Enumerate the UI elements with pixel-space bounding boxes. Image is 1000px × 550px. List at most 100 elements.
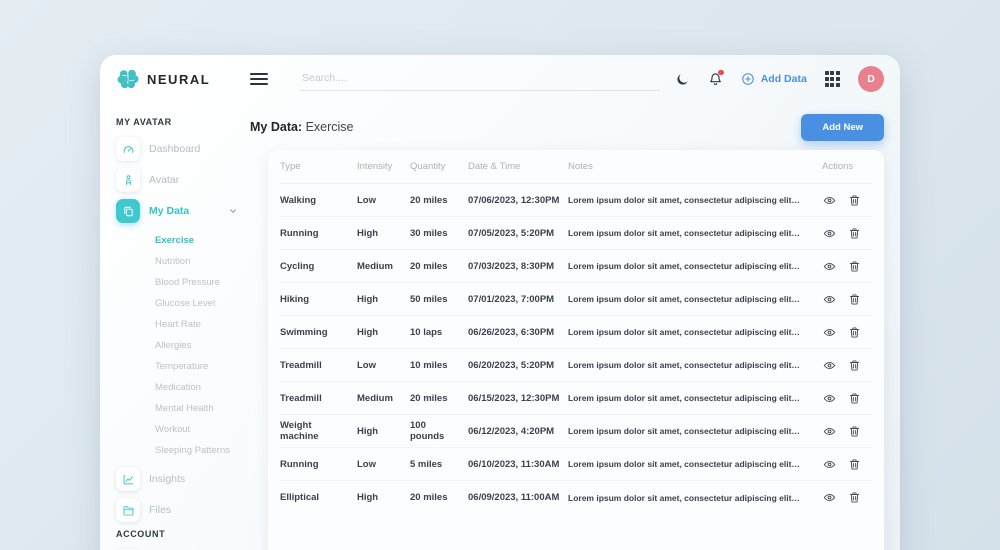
layers-icon <box>116 199 140 223</box>
cell-notes: Lorem ipsum dolor sit amet, consectetur … <box>568 195 808 205</box>
sidebar-subitem-nutrition[interactable]: Nutrition <box>155 251 250 272</box>
column-header-notes: Notes <box>568 161 808 172</box>
app-window: NEURAL Add Data <box>100 55 900 550</box>
cell-intensity: Low <box>357 360 410 371</box>
apps-grid-icon[interactable] <box>825 71 840 86</box>
eye-icon[interactable] <box>822 392 837 405</box>
sidebar-subitem-blood-pressure[interactable]: Blood Pressure <box>155 272 250 293</box>
eye-icon[interactable] <box>822 194 837 207</box>
cell-type: Elliptical <box>280 492 357 503</box>
cell-quantity: 10 miles <box>410 360 468 371</box>
cell-intensity: Medium <box>357 393 410 404</box>
cell-notes: Lorem ipsum dolor sit amet, consectetur … <box>568 459 808 469</box>
trash-icon[interactable] <box>848 227 861 240</box>
chevron-down-icon[interactable] <box>228 206 238 216</box>
sidebar-item-files[interactable]: Files <box>116 498 250 522</box>
sidebar-section-label: ACCOUNT <box>116 529 250 539</box>
eye-icon[interactable] <box>822 491 837 504</box>
table-row: CyclingMedium20 miles07/03/2023, 8:30PML… <box>280 250 872 283</box>
add-new-button[interactable]: Add New <box>801 114 884 141</box>
cell-type: Running <box>280 228 357 239</box>
trash-icon[interactable] <box>848 260 861 273</box>
sidebar-item-my-data[interactable]: My Data <box>116 199 250 223</box>
cell-actions <box>808 425 872 438</box>
cell-intensity: High <box>357 294 410 305</box>
cell-actions <box>808 260 872 273</box>
cell-actions <box>808 392 872 405</box>
sidebar-item-dashboard[interactable]: Dashboard <box>116 137 250 161</box>
cell-quantity: 20 miles <box>410 195 468 206</box>
main-content: My Data: Exercise Add New TypeIntensityQ… <box>250 103 900 550</box>
cell-type: Hiking <box>280 294 357 305</box>
brand-name: NEURAL <box>147 72 210 87</box>
column-header-type: Type <box>280 161 357 172</box>
sidebar-subitem-medication[interactable]: Medication <box>155 377 250 398</box>
eye-icon[interactable] <box>822 326 837 339</box>
sidebar: MY AVATARDashboardAvatarMy DataExerciseN… <box>100 103 250 550</box>
cell-actions <box>808 326 872 339</box>
sidebar-item-avatar[interactable]: Avatar <box>116 168 250 192</box>
column-header-actions: Actions <box>808 161 872 172</box>
table-row: RunningLow5 miles06/10/2023, 11:30AMLore… <box>280 448 872 481</box>
eye-icon[interactable] <box>822 260 837 273</box>
cell-actions <box>808 227 872 240</box>
gauge-icon <box>116 137 140 161</box>
table-row: WalkingLow20 miles07/06/2023, 12:30PMLor… <box>280 184 872 217</box>
menu-toggle-icon[interactable] <box>250 73 268 85</box>
sidebar-subitem-workout[interactable]: Workout <box>155 419 250 440</box>
cell-quantity: 100 pounds <box>410 420 468 442</box>
table-row: TreadmillMedium20 miles06/15/2023, 12:30… <box>280 382 872 415</box>
column-header-date-time: Date & Time <box>468 161 568 172</box>
sidebar-subitem-allergies[interactable]: Allergies <box>155 335 250 356</box>
notifications-bell-icon[interactable] <box>708 72 723 87</box>
trash-icon[interactable] <box>848 194 861 207</box>
dark-mode-moon-icon[interactable] <box>675 72 690 87</box>
cell-datetime: 07/01/2023, 7:00PM <box>468 294 568 305</box>
cell-quantity: 5 miles <box>410 459 468 470</box>
eye-icon[interactable] <box>822 293 837 306</box>
trash-icon[interactable] <box>848 425 861 438</box>
topbar: NEURAL Add Data <box>100 55 900 103</box>
cell-datetime: 06/26/2023, 6:30PM <box>468 327 568 338</box>
sidebar-subitem-sleeping-patterns[interactable]: Sleeping Patterns <box>155 440 250 461</box>
sidebar-subitem-mental-health[interactable]: Mental Health <box>155 398 250 419</box>
sidebar-subitem-heart-rate[interactable]: Heart Rate <box>155 314 250 335</box>
cell-notes: Lorem ipsum dolor sit amet, consectetur … <box>568 393 808 403</box>
search-input[interactable] <box>300 68 660 91</box>
eye-icon[interactable] <box>822 227 837 240</box>
eye-icon[interactable] <box>822 458 837 471</box>
cell-quantity: 20 miles <box>410 492 468 503</box>
cell-notes: Lorem ipsum dolor sit amet, consectetur … <box>568 426 808 436</box>
eye-icon[interactable] <box>822 425 837 438</box>
sidebar-subitem-exercise[interactable]: Exercise <box>155 230 250 251</box>
cell-actions <box>808 458 872 471</box>
eye-icon[interactable] <box>822 359 837 372</box>
table-row: RunningHigh30 miles07/05/2023, 5:20PMLor… <box>280 217 872 250</box>
column-header-quantity: Quantity <box>410 161 468 172</box>
cell-quantity: 20 miles <box>410 393 468 404</box>
notification-dot <box>718 70 724 76</box>
column-header-intensity: Intensity <box>357 161 410 172</box>
add-data-button[interactable]: Add Data <box>741 72 807 86</box>
cell-type: Running <box>280 459 357 470</box>
trash-icon[interactable] <box>848 491 861 504</box>
cell-actions <box>808 293 872 306</box>
trash-icon[interactable] <box>848 326 861 339</box>
table-row: EllipticalHigh20 miles06/09/2023, 11:00A… <box>280 481 872 514</box>
trash-icon[interactable] <box>848 293 861 306</box>
sidebar-item-insights[interactable]: Insights <box>116 467 250 491</box>
sidebar-item-label: Dashboard <box>149 143 200 155</box>
user-avatar[interactable]: D <box>858 66 884 92</box>
cell-notes: Lorem ipsum dolor sit amet, consectetur … <box>568 493 808 503</box>
cell-quantity: 50 miles <box>410 294 468 305</box>
data-table-panel: TypeIntensityQuantityDate & TimeNotesAct… <box>268 150 884 550</box>
cell-quantity: 20 miles <box>410 261 468 272</box>
cell-datetime: 06/15/2023, 12:30PM <box>468 393 568 404</box>
trash-icon[interactable] <box>848 458 861 471</box>
trash-icon[interactable] <box>848 359 861 372</box>
brand-logo[interactable]: NEURAL <box>116 68 234 91</box>
cell-intensity: High <box>357 228 410 239</box>
trash-icon[interactable] <box>848 392 861 405</box>
sidebar-subitem-temperature[interactable]: Temperature <box>155 356 250 377</box>
sidebar-subitem-glucose-level[interactable]: Glucose Level <box>155 293 250 314</box>
